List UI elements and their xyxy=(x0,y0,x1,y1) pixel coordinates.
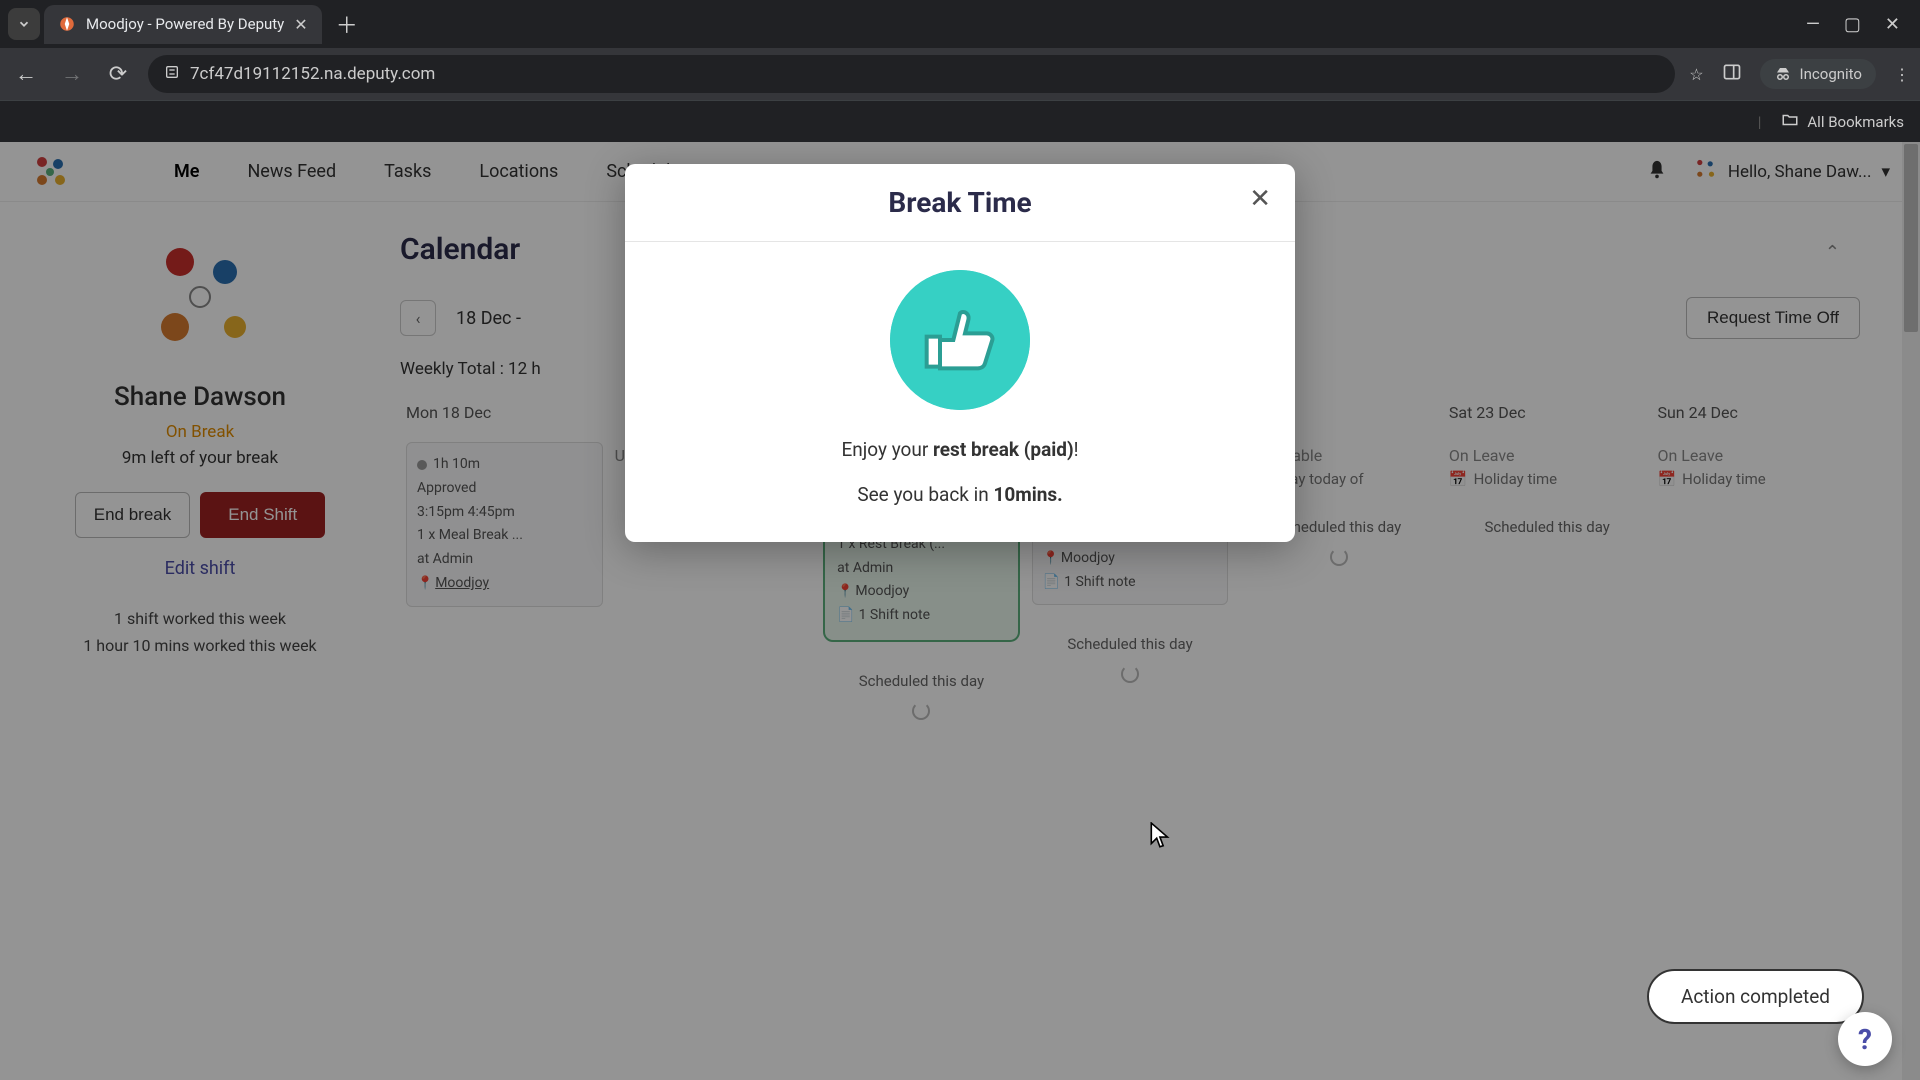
tab-bar: Moodjoy - Powered By Deputy ✕ ＋ — ▢ ✕ xyxy=(0,0,1920,48)
forward-button[interactable]: → xyxy=(56,61,88,87)
toast-action-completed: Action completed xyxy=(1647,969,1864,1024)
browser-tab[interactable]: Moodjoy - Powered By Deputy ✕ xyxy=(44,5,322,44)
enjoy-message: Enjoy your rest break (paid)! xyxy=(655,438,1265,461)
bookmark-star-icon[interactable]: ☆ xyxy=(1689,65,1703,84)
maximize-icon[interactable]: ▢ xyxy=(1844,14,1861,35)
tab-close-icon[interactable]: ✕ xyxy=(294,15,307,34)
chevron-down-icon xyxy=(17,17,31,31)
modal-close-button[interactable]: ✕ xyxy=(1249,184,1271,214)
side-panel-icon[interactable] xyxy=(1722,62,1742,86)
address-bar: ← → ⟳ 7cf47d19112152.na.deputy.com ☆ Inc… xyxy=(0,48,1920,100)
window-controls: — ▢ ✕ xyxy=(1806,14,1912,35)
tab-favicon-icon xyxy=(58,15,76,33)
browser-menu-icon[interactable]: ⋮ xyxy=(1894,65,1910,84)
new-tab-button[interactable]: ＋ xyxy=(326,2,368,46)
incognito-badge[interactable]: Incognito xyxy=(1760,59,1876,89)
modal-title: Break Time xyxy=(888,186,1031,219)
bookmarks-bar: | All Bookmarks xyxy=(0,100,1920,142)
all-bookmarks-button[interactable]: All Bookmarks xyxy=(1781,111,1904,133)
browser-chrome: Moodjoy - Powered By Deputy ✕ ＋ — ▢ ✕ ← … xyxy=(0,0,1920,142)
back-in-message: See you back in 10mins. xyxy=(655,483,1265,506)
tab-search-button[interactable] xyxy=(8,8,40,40)
minimize-icon[interactable]: — xyxy=(1806,14,1820,35)
tab-title: Moodjoy - Powered By Deputy xyxy=(86,15,284,33)
incognito-icon xyxy=(1774,65,1792,83)
help-button[interactable]: ? xyxy=(1838,1012,1892,1066)
folder-icon xyxy=(1781,111,1799,133)
close-window-icon[interactable]: ✕ xyxy=(1885,14,1900,35)
back-button[interactable]: ← xyxy=(10,61,42,87)
url-text: 7cf47d19112152.na.deputy.com xyxy=(190,64,435,84)
break-time-modal: Break Time ✕ Enjoy your rest break (paid… xyxy=(625,164,1295,542)
site-info-icon[interactable] xyxy=(164,64,180,85)
thumbs-up-icon xyxy=(890,270,1030,410)
app-wrapper: Me News Feed Tasks Locations Schedule He… xyxy=(0,142,1920,1080)
url-input[interactable]: 7cf47d19112152.na.deputy.com xyxy=(148,55,1675,93)
reload-button[interactable]: ⟳ xyxy=(102,62,134,87)
